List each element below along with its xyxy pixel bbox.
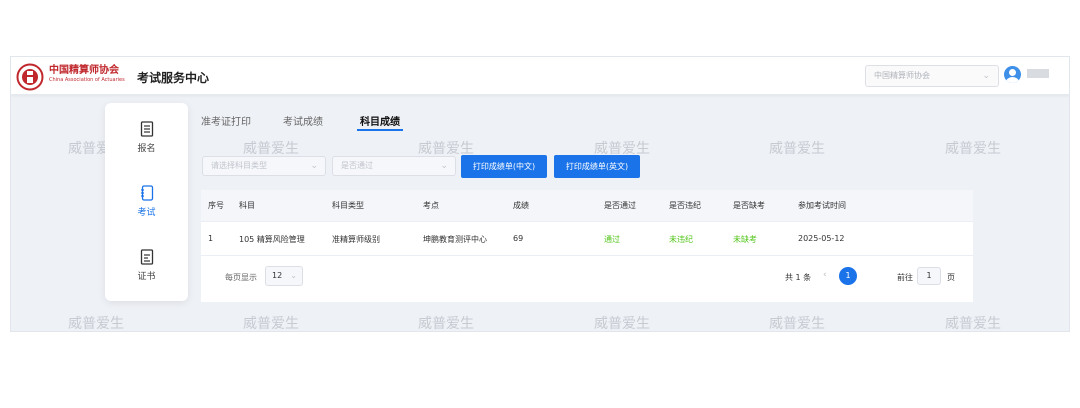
chevron-down-icon: ⌄	[310, 161, 318, 171]
cell-subject-type: 准精算师级别	[332, 235, 380, 244]
watermark: 威普爱生	[945, 141, 1001, 157]
nav-item-label: 考试	[137, 208, 156, 218]
cell-test-center: 坤鹏教育测评中心	[423, 235, 487, 244]
watermark: 威普爱生	[945, 316, 1001, 332]
subject-type-placeholder: 请选择科目类型	[211, 161, 267, 170]
association-logo-icon	[16, 63, 44, 91]
subject-type-select[interactable]: 请选择科目类型 ⌄	[202, 156, 326, 176]
column-header: 是否通过	[604, 201, 636, 210]
cell-absent: 未缺考	[733, 235, 757, 244]
cell-score: 69	[513, 234, 524, 243]
per-page-select[interactable]: 12 ⌄	[265, 266, 303, 286]
app-window: 威普爱生 威普爱生 威普爱生 威普爱生 威普爱生 威普爱生 威普爱生 威普爱生 …	[10, 56, 1070, 332]
active-tab-indicator	[357, 129, 403, 131]
nav-item-label: 报名	[137, 144, 156, 154]
cell-passed: 通过	[604, 235, 620, 244]
column-header: 序号	[208, 201, 224, 210]
tab-subject-scores[interactable]: 科目成绩	[360, 113, 400, 128]
table-header: 序号 科目 科目类型 考点 成绩 是否通过 是否违纪 是否缺考 参加考试时间	[201, 190, 973, 222]
per-page-label: 每页显示	[225, 273, 257, 282]
cell-index: 1	[208, 234, 214, 243]
org-select-value: 中国精算师协会	[874, 71, 930, 80]
column-header: 考点	[423, 201, 439, 210]
column-header: 科目	[239, 201, 255, 210]
watermark: 威普爱生	[418, 316, 474, 332]
nav-item-exam[interactable]: 考试	[105, 185, 188, 235]
watermark: 威普爱生	[68, 316, 124, 332]
brand: 中国精算师协会 China Association of Actuaries	[49, 65, 125, 84]
brand-name-en: China Association of Actuaries	[49, 77, 125, 83]
side-nav: 报名 考试 证书	[105, 103, 188, 301]
page-button-current[interactable]: 1	[839, 267, 857, 285]
total-count: 共 1 条	[785, 273, 812, 282]
system-title: 考试服务中心	[137, 71, 210, 85]
scores-table: 序号 科目 科目类型 考点 成绩 是否通过 是否违纪 是否缺考 参加考试时间 1…	[201, 190, 973, 302]
chevron-down-icon: ⌄	[290, 271, 297, 280]
per-page-value: 12	[272, 271, 283, 280]
watermark: 威普爱生	[243, 316, 299, 332]
goto-unit: 页	[947, 273, 955, 282]
table-row: 1 105 精算风险管理 准精算师级别 坤鹏教育测评中心 69 通过 未违纪 未…	[201, 223, 973, 256]
cell-subject: 105 精算风险管理	[239, 235, 305, 244]
user-avatar[interactable]	[1004, 66, 1021, 83]
column-header: 是否缺考	[733, 201, 765, 210]
print-transcript-cn-button[interactable]: 打印成绩单(中文)	[461, 155, 547, 178]
chevron-down-icon: ⌄	[440, 161, 448, 171]
print-transcript-en-button[interactable]: 打印成绩单(英文)	[554, 155, 640, 178]
passed-select[interactable]: 是否通过 ⌄	[332, 156, 456, 176]
brand-name-cn: 中国精算师协会	[49, 65, 119, 76]
watermark: 威普爱生	[243, 141, 299, 157]
top-header: 中国精算师协会 China Association of Actuaries 考…	[11, 57, 1069, 95]
cell-violation: 未违纪	[669, 235, 693, 244]
org-select[interactable]: 中国精算师协会 ⌄	[865, 65, 999, 87]
passed-placeholder: 是否通过	[341, 161, 373, 170]
column-header: 是否违纪	[669, 201, 701, 210]
certificate-icon	[140, 249, 153, 265]
goto-label: 前往	[897, 273, 913, 282]
username-redacted[interactable]	[1027, 69, 1049, 78]
notebook-icon	[140, 185, 153, 201]
nav-item-register[interactable]: 报名	[105, 121, 188, 171]
chevron-left-icon[interactable]: ‹	[823, 270, 827, 280]
tab-exam-scores[interactable]: 考试成绩	[283, 113, 323, 128]
chevron-down-icon: ⌄	[982, 71, 990, 81]
column-header: 科目类型	[332, 201, 364, 210]
tab-admission-ticket[interactable]: 准考证打印	[201, 113, 251, 128]
column-header: 成绩	[513, 201, 529, 210]
watermark: 威普爱生	[594, 316, 650, 332]
cell-exam-date: 2025-05-12	[798, 234, 845, 243]
nav-item-certificate[interactable]: 证书	[105, 249, 188, 299]
document-list-icon	[140, 121, 153, 137]
goto-page-input[interactable]: 1	[917, 267, 941, 285]
nav-item-label: 证书	[137, 272, 156, 282]
watermark: 威普爱生	[769, 141, 825, 157]
column-header: 参加考试时间	[798, 201, 846, 210]
watermark: 威普爱生	[769, 316, 825, 332]
